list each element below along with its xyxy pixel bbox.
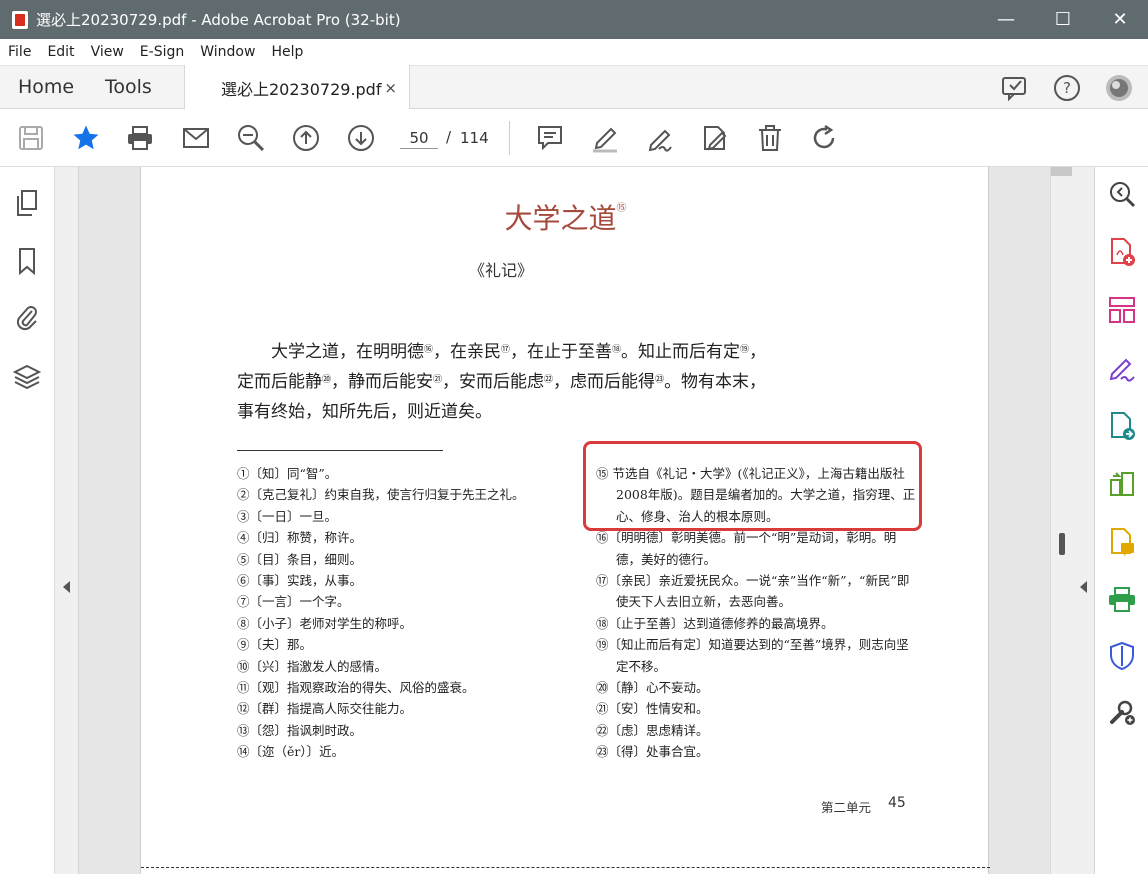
- rotate-icon[interactable]: [810, 123, 840, 153]
- footnote: ⑦〔一言〕一个字。: [237, 594, 350, 610]
- scrollbar-thumb[interactable]: [1059, 533, 1065, 555]
- window-title: 選必上20230729.pdf - Adobe Acrobat Pro (32-…: [36, 11, 401, 29]
- footnote-divider: [237, 450, 443, 451]
- comment-icon[interactable]: [535, 123, 565, 153]
- left-navigation-rail: [0, 167, 55, 874]
- footnote: ⑲〔知止而后有定〕知道要达到的“至善”境界，则志向坚定不移。: [596, 637, 909, 674]
- footnote: ㉒〔虑〕思虑精详。: [596, 722, 709, 738]
- tab-tools[interactable]: Tools: [105, 76, 152, 98]
- page-number-input[interactable]: [400, 127, 438, 149]
- footnote: ⑩〔兴〕指激发人的感情。: [237, 658, 388, 674]
- menu-file[interactable]: File: [8, 44, 31, 60]
- svg-text:?: ?: [1063, 79, 1071, 97]
- page-subtitle: 《礼记》: [468, 261, 533, 280]
- document-tab-label: 選必上20230729.pdf: [221, 79, 382, 99]
- footnotes-left-column: ①〔知〕同“智”。 ②〔克己复礼〕约束自我，使言行归复于先王之礼。 ③〔一日〕一…: [237, 463, 567, 763]
- export-pdf-icon[interactable]: [1107, 411, 1137, 441]
- acrobat-app-icon: [12, 10, 28, 29]
- footnote: ㉑〔安〕性情安和。: [596, 701, 709, 717]
- highlight-pen-icon[interactable]: [590, 123, 620, 153]
- sign-icon[interactable]: [645, 123, 675, 153]
- share-comment-icon[interactable]: [1000, 73, 1030, 103]
- footnote: ⑤〔目〕条目，细则。: [237, 551, 363, 567]
- right-tools-rail: [1095, 167, 1148, 874]
- footnote: ⑱〔止于至善〕达到道德修养的最高境界。: [596, 615, 834, 631]
- footnote: ②〔克己复礼〕约束自我，使言行归复于先王之礼。: [237, 487, 525, 503]
- printed-page-number: 45: [888, 795, 906, 811]
- tab-document[interactable]: 選必上20230729.pdf ×: [184, 65, 410, 110]
- tab-bar: Home Tools 選必上20230729.pdf × ?: [0, 65, 1148, 110]
- footnote: ④〔归〕称赞，称许。: [237, 530, 363, 546]
- menu-window[interactable]: Window: [200, 44, 255, 60]
- footnote: ⑧〔小子〕老师对学生的称呼。: [237, 615, 413, 631]
- page-title: 大学之道⑮: [504, 202, 627, 235]
- compare-files-icon[interactable]: [1107, 469, 1137, 499]
- footnote: ⑰〔亲民〕亲近爱抚民众。一说“亲”当作“新”，“新民”即使天下人去旧立新，去恶向…: [596, 573, 910, 610]
- delete-icon[interactable]: [755, 123, 785, 153]
- avatar[interactable]: [1104, 73, 1134, 103]
- collapse-right-arrow-icon: [1080, 581, 1087, 593]
- unit-label: 第二单元: [821, 800, 872, 815]
- page-break-line: [141, 867, 990, 868]
- left-panel-toggle[interactable]: [55, 167, 79, 874]
- email-icon[interactable]: [181, 123, 211, 153]
- fill-sign-icon[interactable]: [700, 123, 730, 153]
- print-icon[interactable]: [125, 123, 155, 153]
- protect-shield-icon[interactable]: [1107, 641, 1137, 671]
- comment-tool-icon[interactable]: [1107, 527, 1137, 557]
- footnote: ⑨〔夫〕那。: [237, 637, 313, 653]
- right-panel-toggle[interactable]: [1072, 167, 1095, 874]
- footnote: ⑥〔事〕实践，从事。: [237, 573, 363, 589]
- body-text: 大学之道，在明明德⑯，在亲民⑰，在止于至善⑱。知止而后有定⑲， 定而后能静⑳，静…: [237, 337, 797, 427]
- footnote: ①〔知〕同“智”。: [237, 466, 338, 481]
- bookmarks-icon[interactable]: [13, 247, 41, 275]
- save-icon[interactable]: [16, 123, 46, 153]
- scrollbar-top-cap: [1051, 167, 1073, 176]
- footnote: ⑪〔观〕指观察政治的得失、风俗的盛衰。: [237, 680, 475, 696]
- body-line: 事有终始，知所先后，则近道矣。: [237, 402, 492, 422]
- menu-esign[interactable]: E-Sign: [140, 44, 184, 60]
- print-production-icon[interactable]: [1107, 585, 1137, 615]
- layers-icon[interactable]: [13, 363, 41, 391]
- zoom-out-icon[interactable]: [236, 123, 266, 153]
- fill-and-sign-icon[interactable]: [1107, 353, 1137, 383]
- body-line: 大学之道，在明明德⑯，在亲民⑰，在止于至善⑱。知止而后有定⑲，: [271, 342, 767, 362]
- footnote: ⑯〔明明德〕彰明美德。前一个“明”是动词，彰明。明德，美好的德行。: [596, 530, 897, 567]
- star-icon[interactable]: [71, 123, 101, 153]
- footnote: ⑫〔群〕指提高人际交往能力。: [237, 701, 413, 717]
- menu-edit[interactable]: Edit: [47, 44, 74, 60]
- menu-help[interactable]: Help: [271, 44, 303, 60]
- footnote: ㉓〔得〕处事合宜。: [596, 744, 709, 760]
- tab-home[interactable]: Home: [18, 76, 74, 98]
- highlight-annotation: [583, 441, 922, 531]
- menu-view[interactable]: View: [91, 44, 124, 60]
- create-pdf-icon[interactable]: [1107, 237, 1137, 267]
- title-bar: 選必上20230729.pdf - Adobe Acrobat Pro (32-…: [0, 0, 1148, 39]
- footnote: ⑳〔静〕心不妄动。: [596, 680, 709, 696]
- footnote: ⑭〔迩（ěr）〕近。: [237, 744, 345, 760]
- vertical-scrollbar[interactable]: [1050, 167, 1073, 874]
- organize-pages-icon[interactable]: [1107, 295, 1137, 325]
- close-window-button[interactable]: ✕: [1092, 0, 1148, 39]
- help-icon[interactable]: ?: [1052, 73, 1082, 103]
- close-tab-icon[interactable]: ×: [384, 79, 397, 97]
- previous-page-icon[interactable]: [291, 123, 321, 153]
- attachments-icon[interactable]: [13, 303, 41, 331]
- menu-bar: File Edit View E-Sign Window Help: [0, 39, 1148, 65]
- collapse-left-arrow-icon: [63, 581, 70, 593]
- search-zoom-icon[interactable]: [1107, 179, 1137, 209]
- more-tools-icon[interactable]: [1107, 697, 1137, 727]
- toolbar-divider: [509, 121, 510, 155]
- next-page-icon[interactable]: [346, 123, 376, 153]
- footnote: ③〔一日〕一旦。: [237, 508, 338, 524]
- page-thumbnails-icon[interactable]: [13, 189, 41, 217]
- maximize-button[interactable]: ☐: [1035, 0, 1091, 39]
- page-separator: /: [446, 128, 452, 146]
- body-line: 定而后能静⑳，静而后能安㉑，安而后能虑㉒，虑而后能得㉓。物有本末，: [237, 372, 767, 392]
- total-pages: 114: [460, 129, 489, 147]
- footnote: ⑬〔怨〕指讽刺时政。: [237, 722, 363, 738]
- minimize-button[interactable]: —: [978, 0, 1034, 39]
- main-toolbar: / 114: [0, 109, 1148, 167]
